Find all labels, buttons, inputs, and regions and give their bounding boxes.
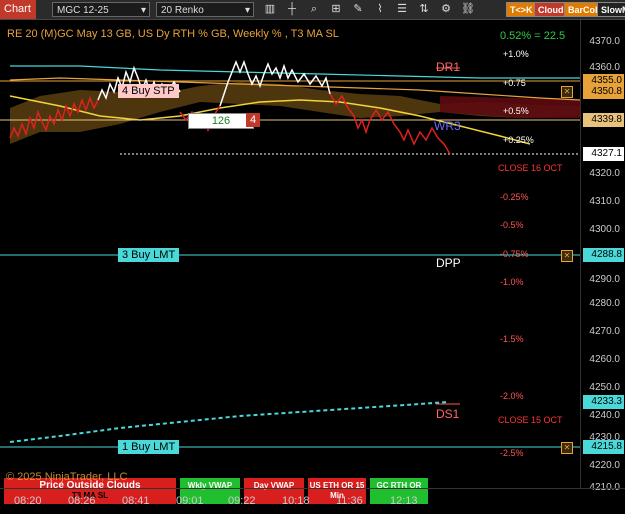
close-15-label: CLOSE 15 OCT [498,415,563,425]
barcol-badge[interactable]: BarCol [564,2,602,17]
time-tick: 09:22 [228,495,256,507]
price-tick: 4300.0 [589,224,620,235]
price-tag: 4339.8 [583,113,624,127]
instrument-value: MGC 12-25 [57,5,109,16]
pct-label: -0.5% [500,220,524,230]
strategies-icon[interactable]: ☰ [394,2,410,17]
price-tick: 4280.0 [589,298,620,309]
time-axis[interactable]: 08:20 08:26 08:41 09:01 09:22 10:18 11:3… [0,488,625,514]
pct-label: -0.75% [500,249,529,259]
ds1-label: DS1 [436,407,460,421]
pct-label: -2.5% [500,448,524,458]
data-box-icon[interactable]: ⊞ [328,2,344,17]
chart-panel[interactable]: RE 20 (M)GC May 13 GB, US Dy RTH % GB, W… [0,20,580,504]
attach-icon[interactable]: ⛓ [460,2,476,17]
chart-tab[interactable]: Chart [0,0,36,19]
bar-type-selector[interactable]: 20 Renko ▾ [156,2,254,17]
price-tick: 4260.0 [589,354,620,365]
cloud-badge[interactable]: Cloud [534,2,568,17]
copyright-text: © 2025 NinjaTrader, LLC [6,471,128,483]
pct-label: -1.0% [500,277,524,287]
indicators-icon[interactable]: ⌇ [372,2,388,17]
order-qty-count[interactable]: 4 [246,113,261,127]
dpp-label: DPP [436,256,461,270]
buy-lmt-1-order[interactable]: 1 Buy LMT [118,440,180,454]
zoom-icon[interactable]: ⌕ [306,2,322,17]
time-tick: 08:41 [122,495,150,507]
chevron-down-icon: ▾ [140,5,146,16]
pct-label: -0.25% [500,192,529,202]
buy-stp-order[interactable]: 4 Buy STP [118,84,179,98]
cyan-rising-line [9,401,449,443]
price-tag: 4288.8 [583,248,624,262]
pct-label: +1.0% [503,49,529,59]
instrument-selector[interactable]: MGC 12-25 ▾ [52,2,150,17]
price-axis[interactable]: 4370.0 4360.0 4320.0 4310.0 4300.0 4290.… [580,20,625,493]
pct-label: -1.5% [500,334,524,344]
chart-toolbar: Chart MGC 12-25 ▾ 20 Renko ▾ ▥ ┼ ⌕ ⊞ ✎ ⌇… [0,0,625,20]
close-order-icon[interactable]: ✕ [561,250,573,262]
crosshair-icon[interactable]: ┼ [284,2,300,17]
pct-label: +0.5% [503,106,529,116]
dr1-label: DR1 [436,60,461,74]
tk-badge[interactable]: T<>K [506,2,537,17]
wr3-label: WR3 [434,119,461,133]
price-tick: 4320.0 [589,168,620,179]
close-order-icon[interactable]: ✕ [561,442,573,454]
time-tick: 08:26 [68,495,96,507]
price-tick: 4370.0 [589,36,620,47]
price-tick: 4250.0 [589,382,620,393]
pct-label: -2.0% [500,391,524,401]
drawing-tools-icon[interactable]: ✎ [350,2,366,17]
current-price-tag: 4327.1 [583,147,624,161]
time-tick: 12:13 [390,495,418,507]
properties-icon[interactable]: ⚙ [438,2,454,17]
price-tick: 4240.0 [589,410,620,421]
time-tick: 09:01 [176,495,204,507]
time-tick: 08:20 [14,495,42,507]
price-tick: 4220.0 [589,460,620,471]
pct-label: +0.25% [503,135,534,145]
price-tag: 4215.8 [583,440,624,454]
close-16-label: CLOSE 16 OCT [498,163,563,173]
chart-title: RE 20 (M)GC May 13 GB, US Dy RTH % GB, W… [7,28,339,40]
time-tick: 11:36 [336,495,363,507]
price-tick: 4360.0 [589,62,620,73]
order-qty-box[interactable]: 126 [188,113,254,129]
price-tick: 4310.0 [589,196,620,207]
price-tick: 4270.0 [589,326,620,337]
buy-lmt-3-order[interactable]: 3 Buy LMT [118,248,180,262]
price-tag: 4233.3 [583,395,624,409]
close-order-icon[interactable]: ✕ [561,86,573,98]
pct-label: +0.75 [503,78,526,88]
change-readout: 0.52% = 22.5 [500,30,566,42]
flip-icon[interactable]: ⇅ [416,2,432,17]
price-plot [0,59,580,448]
slowm-badge[interactable]: SlowM [597,2,625,17]
bar-type-value: 20 Renko [161,5,204,16]
bar-style-icon[interactable]: ▥ [262,2,278,17]
price-tag: 4350.8 [583,85,624,99]
price-tick: 4290.0 [589,274,620,285]
chevron-down-icon: ▾ [244,5,250,16]
time-tick: 10:18 [282,495,310,507]
